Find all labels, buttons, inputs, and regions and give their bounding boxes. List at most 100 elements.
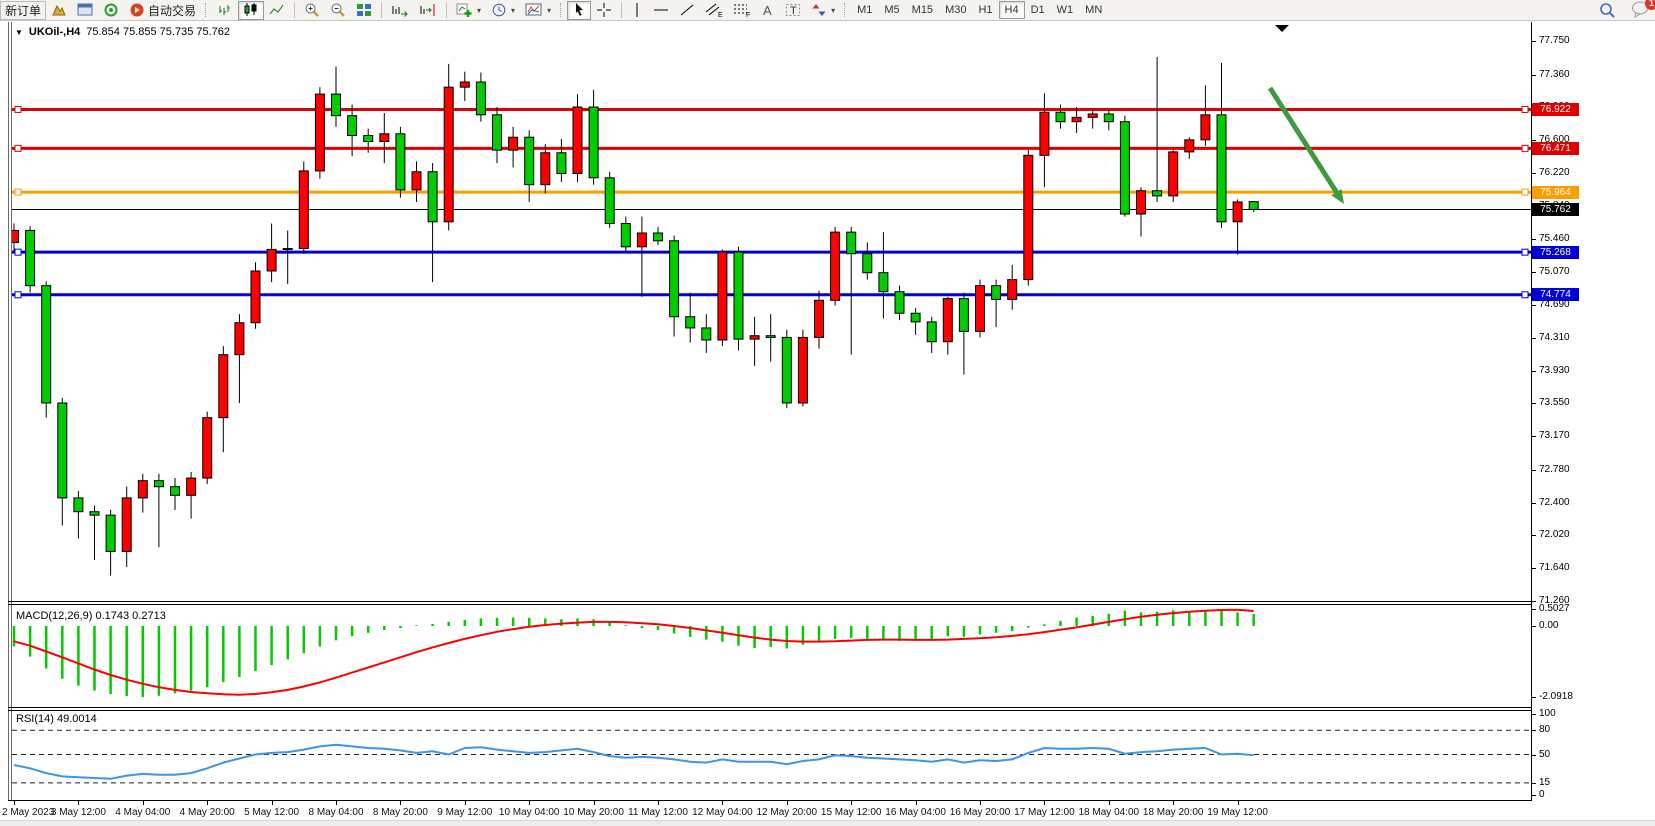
timeframe-H4[interactable]: H4	[999, 1, 1025, 19]
macd-axis-tick	[1531, 697, 1536, 698]
text-tool-button[interactable]: A	[756, 1, 780, 20]
candle-down	[927, 322, 936, 342]
candle-down	[734, 252, 743, 339]
candle-up	[267, 249, 276, 271]
level-handle[interactable]	[1522, 106, 1528, 112]
candle-up	[1169, 152, 1178, 196]
time-label: 8 May 20:00	[373, 807, 428, 818]
rsi-panel[interactable]	[12, 710, 1531, 800]
periods-button[interactable]: ▾	[486, 1, 520, 20]
market-watch-button[interactable]	[46, 1, 72, 20]
macd-panel[interactable]	[12, 606, 1531, 707]
price-tick	[1531, 601, 1536, 602]
candle-up	[718, 252, 727, 340]
chart-shift-button[interactable]	[414, 1, 442, 20]
price-tick-label: 73.170	[1539, 430, 1570, 442]
trendline-icon	[679, 2, 695, 18]
candle-down	[686, 317, 695, 328]
rsi-axis-label: 50	[1539, 749, 1550, 761]
label-tool-button[interactable]: T	[780, 1, 806, 20]
collapse-triangle-icon[interactable]: ▼	[15, 28, 23, 37]
timeframe-M1[interactable]: M1	[851, 1, 878, 19]
candle-down	[911, 313, 920, 322]
auto-trade-button[interactable]: 自动交易	[124, 1, 201, 20]
timeframe-M5[interactable]: M5	[878, 1, 905, 19]
price-tick	[1531, 568, 1536, 569]
candle-up	[815, 300, 824, 337]
shapes-icon	[811, 2, 827, 18]
candle-down	[1120, 122, 1129, 214]
crosshair-tool-button[interactable]	[591, 1, 617, 20]
time-tick	[1173, 801, 1174, 805]
templates-button[interactable]: ▾	[520, 1, 556, 20]
toolbar-separator	[381, 2, 382, 18]
candle-down	[1153, 191, 1162, 196]
vertical-line-tool-button[interactable]	[626, 1, 648, 20]
terminal-button[interactable]	[72, 1, 98, 20]
fibonacci-tool-button[interactable]: F	[728, 1, 756, 20]
level-handle[interactable]	[15, 292, 21, 298]
time-label: 11 May 12:00	[628, 807, 688, 818]
trend-arrow[interactable]	[1270, 88, 1336, 192]
arrows-tool-button[interactable]: ▾	[806, 1, 840, 20]
zoom-out-button[interactable]	[325, 1, 351, 20]
level-handle[interactable]	[1522, 145, 1528, 151]
new-order-button[interactable]: 新订单	[0, 1, 46, 20]
time-tick	[658, 801, 659, 805]
indicators-button[interactable]: ▾	[451, 1, 486, 20]
level-handle[interactable]	[1522, 292, 1528, 298]
chart-ohlc-values: 75.854 75.855 75.735 75.762	[86, 26, 230, 38]
clock-icon	[491, 2, 507, 18]
toolbar-separator	[446, 2, 447, 18]
zoom-in-button[interactable]	[299, 1, 325, 20]
candle-up	[138, 481, 147, 498]
level-handle[interactable]	[15, 189, 21, 195]
timeframe-M15[interactable]: M15	[906, 1, 939, 19]
trendline-tool-button[interactable]	[674, 1, 700, 20]
price-tick-label: 77.750	[1539, 35, 1570, 47]
level-handle[interactable]	[15, 106, 21, 112]
zoom-in-icon	[304, 2, 320, 18]
time-tick	[1109, 801, 1110, 805]
signal-button[interactable]	[98, 1, 124, 20]
level-handle[interactable]	[1522, 189, 1528, 195]
level-handle[interactable]	[15, 145, 21, 151]
notification-badge: 1	[1645, 0, 1655, 10]
chart-candles-button[interactable]	[238, 1, 264, 20]
candle-down	[670, 241, 679, 317]
level-handle[interactable]	[1522, 249, 1528, 255]
time-label: 19 May 12:00	[1207, 807, 1268, 818]
chat-button[interactable]: 1	[1631, 0, 1651, 21]
candle-down	[74, 498, 83, 512]
candle-down	[428, 172, 437, 222]
auto-scroll-button[interactable]	[386, 1, 414, 20]
toolbar-separator	[294, 2, 295, 18]
timeframe-D1[interactable]: D1	[1025, 1, 1051, 19]
timeframe-MN[interactable]: MN	[1079, 1, 1108, 19]
search-button[interactable]	[1594, 1, 1621, 20]
main-chart[interactable]	[12, 24, 1531, 601]
level-handle[interactable]	[15, 249, 21, 255]
time-label: 10 May 04:00	[499, 807, 560, 818]
price-badge-75.964: 75.964	[1532, 186, 1579, 199]
macd-axis-label: -2.0918	[1539, 691, 1573, 703]
cursor-tool-button[interactable]	[567, 1, 591, 20]
timeframe-W1[interactable]: W1	[1051, 1, 1080, 19]
channel-tool-button[interactable]: E	[700, 1, 728, 20]
horizontal-line-tool-button[interactable]	[648, 1, 674, 20]
chart-bars-button[interactable]	[212, 1, 238, 20]
candle-down	[525, 137, 534, 184]
svg-text:F: F	[746, 12, 750, 18]
candle-up	[1040, 112, 1049, 155]
chart-line-button[interactable]	[264, 1, 290, 20]
tile-windows-button[interactable]	[351, 1, 377, 20]
candle-down	[90, 512, 99, 515]
time-tick	[722, 801, 723, 805]
panel-separator	[8, 601, 1531, 602]
timeframe-M30[interactable]: M30	[939, 1, 972, 19]
time-tick	[980, 801, 981, 805]
indicators-icon	[456, 2, 473, 18]
timeframe-H1[interactable]: H1	[972, 1, 998, 19]
candle-up	[283, 249, 292, 250]
candle-up	[943, 299, 952, 342]
